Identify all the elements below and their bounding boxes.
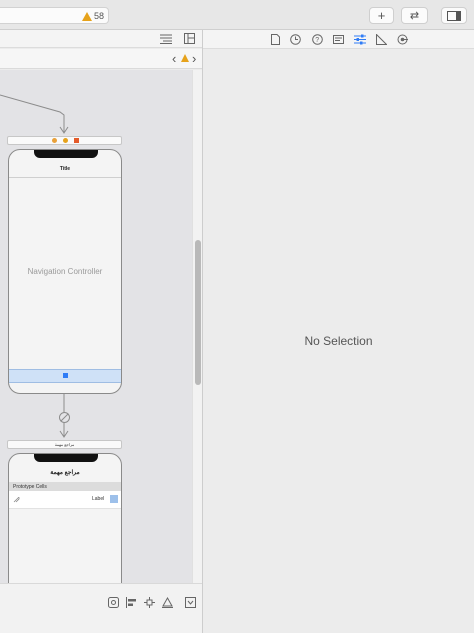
- resolve-issues-icon[interactable]: [162, 597, 173, 608]
- device-notch: [34, 454, 98, 462]
- history-inspector-icon[interactable]: [290, 34, 301, 45]
- align-icon[interactable]: [126, 597, 137, 608]
- table-view-controller-scene[interactable]: مراجع مهمة Prototype Cells Label: [8, 453, 122, 583]
- toolbar-item-icon: [63, 373, 68, 378]
- plus-icon: +: [377, 8, 386, 23]
- first-responder-icon[interactable]: [52, 138, 57, 143]
- scrollbar-thumb[interactable]: [195, 240, 201, 385]
- nav-scene-dock[interactable]: [7, 136, 122, 145]
- warning-icon: [82, 12, 92, 21]
- activity-status-pill[interactable]: 58: [0, 7, 109, 24]
- view-controller-icon[interactable]: [63, 138, 68, 143]
- issue-warning-icon[interactable]: [181, 54, 189, 62]
- table-scene-dock-title: مراجع مهمة: [54, 442, 75, 447]
- device-notch: [34, 150, 98, 158]
- no-selection-label: No Selection: [304, 334, 373, 348]
- nav-controller-label: Navigation Controller: [27, 267, 103, 276]
- xcode-window: 58 + ⇄ ‹ › Title Navigation Controller م…: [0, 0, 474, 633]
- toolbar-strip[interactable]: [9, 369, 121, 383]
- navigation-controller-scene[interactable]: Title Navigation Controller: [8, 149, 122, 394]
- editor-options-icon[interactable]: [160, 34, 172, 44]
- exit-icon[interactable]: [74, 138, 79, 143]
- nav-bar-title: Title: [59, 166, 71, 172]
- attributes-inspector-icon[interactable]: [354, 34, 366, 45]
- prototype-cells-header: Prototype Cells: [9, 482, 121, 491]
- canvas-bottom-bar: [0, 583, 202, 633]
- inspector-tab-bar: ?: [203, 30, 474, 49]
- segue-icon[interactable]: [59, 412, 70, 423]
- paperclip-icon: [13, 497, 20, 503]
- inspector-pane: No Selection: [203, 49, 474, 633]
- panels-icon: [447, 10, 461, 21]
- split-editor-icon[interactable]: [184, 33, 195, 44]
- warning-count: 58: [94, 11, 105, 21]
- code-review-button[interactable]: ⇄: [401, 7, 428, 24]
- svg-text:?: ?: [315, 37, 319, 44]
- back-chevron-icon[interactable]: ‹: [172, 51, 176, 66]
- canvas-vertical-scrollbar[interactable]: [192, 70, 202, 583]
- storyboard-canvas[interactable]: Title Navigation Controller مراجع مهمة م…: [0, 70, 192, 583]
- editor-options-bar: [0, 30, 202, 48]
- help-inspector-icon[interactable]: ?: [312, 34, 323, 45]
- add-constraints-icon[interactable]: [144, 597, 155, 608]
- table-nav-title: مراجع مهمة: [50, 470, 80, 476]
- embed-in-icon[interactable]: [185, 597, 196, 608]
- file-inspector-icon[interactable]: [271, 34, 280, 45]
- nav-bar-divider: [9, 177, 121, 178]
- detail-accessory-icon: [110, 495, 118, 503]
- cell-label: Label: [92, 496, 105, 502]
- connections-inspector-icon[interactable]: [397, 34, 408, 45]
- size-inspector-icon[interactable]: [376, 34, 387, 45]
- forward-chevron-icon[interactable]: ›: [192, 51, 196, 66]
- swap-arrows-icon: ⇄: [409, 10, 420, 22]
- toggle-inspector-button[interactable]: [441, 7, 467, 24]
- zoom-to-fit-icon[interactable]: [108, 597, 119, 608]
- jump-bar: ‹ ›: [0, 49, 202, 69]
- table-scene-dock[interactable]: مراجع مهمة: [7, 440, 122, 449]
- add-library-button[interactable]: +: [369, 7, 394, 24]
- toolbar: 58 + ⇄: [0, 0, 474, 30]
- identity-inspector-icon[interactable]: [333, 35, 344, 44]
- prototype-cell[interactable]: Label: [9, 491, 121, 509]
